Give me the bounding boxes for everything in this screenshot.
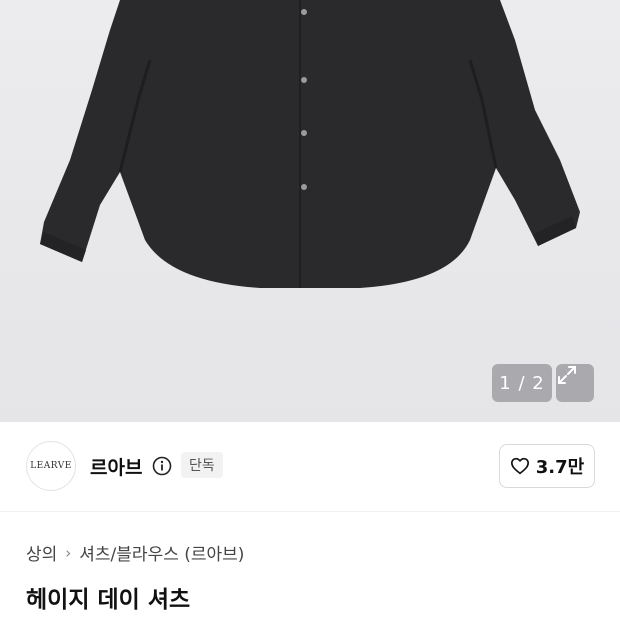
- expand-button[interactable]: [556, 364, 594, 402]
- image-pager: 1 / 2: [492, 364, 552, 402]
- info-icon[interactable]: [152, 456, 172, 480]
- product-image-gallery[interactable]: 1 / 2: [0, 0, 620, 422]
- shirt-button: [301, 184, 307, 190]
- shirt-button: [301, 130, 307, 136]
- seller-bar: LEARVE 르아브 단독 3.7만: [0, 422, 620, 512]
- breadcrumb: 상의 › 셔츠/블라우스 (르아브): [26, 540, 244, 566]
- like-button[interactable]: 3.7만: [499, 444, 595, 488]
- chevron-right-icon: ›: [65, 543, 72, 562]
- brand-name[interactable]: 르아브: [90, 453, 142, 480]
- product-title: 헤이지 데이 셔츠: [26, 587, 191, 613]
- shirt-button: [301, 9, 307, 15]
- exclusive-badge: 단독: [181, 452, 223, 478]
- heart-icon: [510, 457, 529, 475]
- shirt-body: [40, 0, 580, 288]
- product-image: [40, 0, 580, 288]
- breadcrumb-subcategory[interactable]: 셔츠/블라우스 (르아브): [79, 540, 244, 565]
- breadcrumb-category[interactable]: 상의: [26, 540, 57, 565]
- like-count: 3.7만: [535, 457, 585, 478]
- expand-icon: [558, 366, 576, 384]
- brand-logo[interactable]: LEARVE: [26, 441, 76, 491]
- shirt-button: [301, 77, 307, 83]
